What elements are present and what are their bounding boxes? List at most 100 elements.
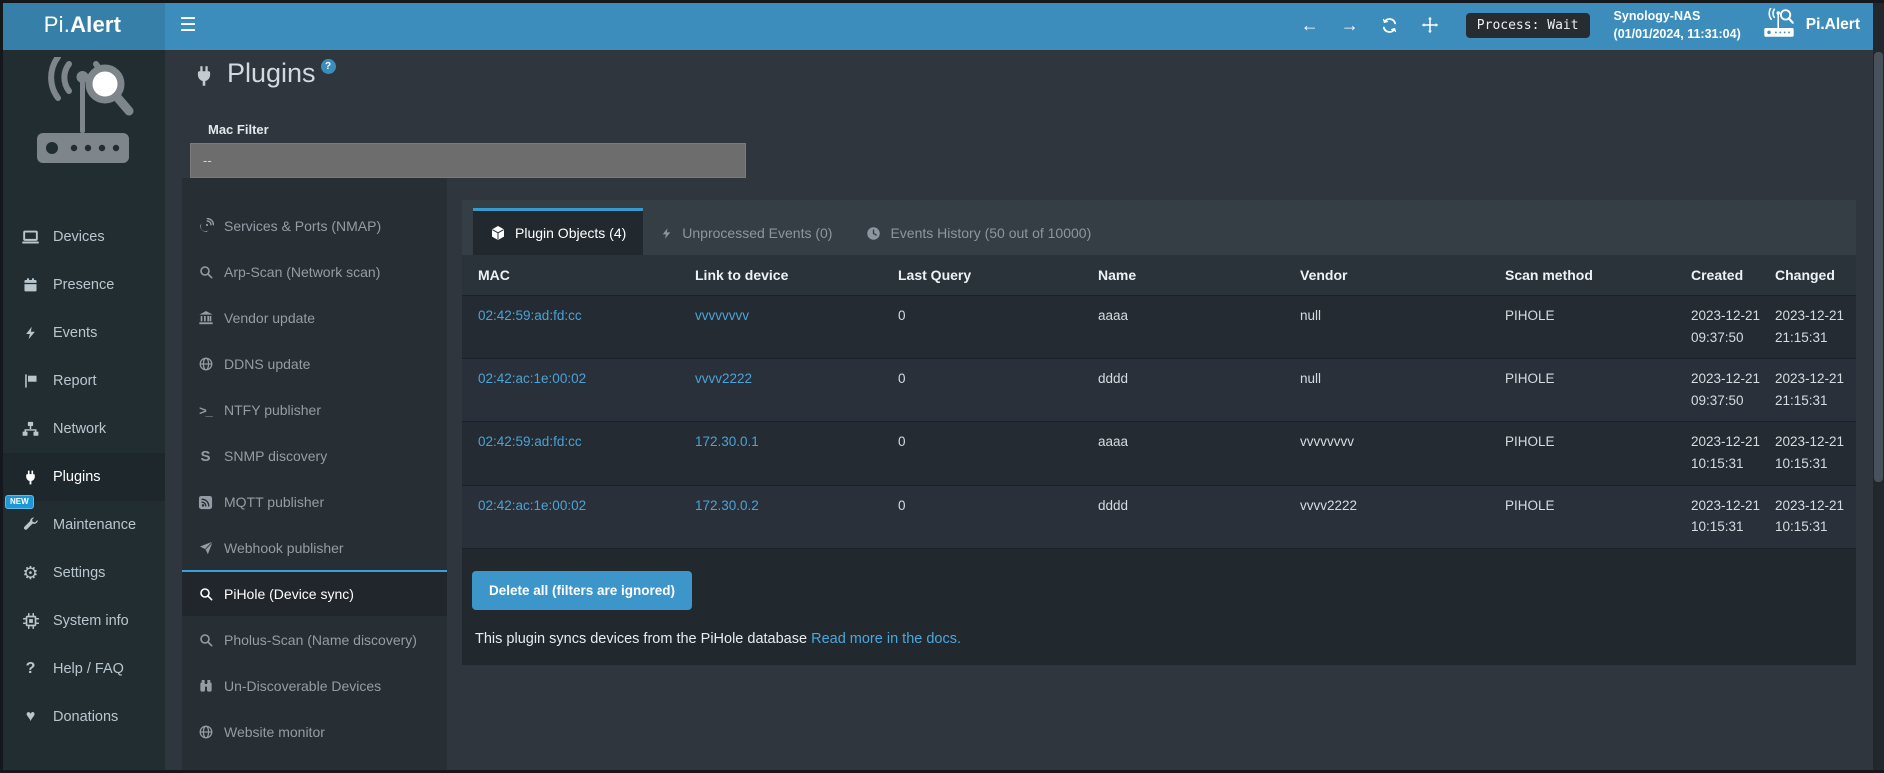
plugin-description-text: This plugin syncs devices from the PiHol… [475, 631, 807, 647]
column-header-scan-method[interactable]: Scan method [1489, 255, 1687, 296]
mac-link[interactable]: 02:42:59:ad:fd:cc [478, 434, 582, 449]
changed-cell: 2023-12-21 10:15:31 [1771, 485, 1856, 548]
sidebar-menu: Devices Presence Events Report Network P [0, 213, 165, 741]
column-header-last-query[interactable]: Last Query [882, 255, 1082, 296]
plugin-nav-item-website-monitor[interactable]: Website monitor [182, 708, 447, 754]
search-icon [196, 632, 215, 648]
top-navbar: Pi.Alert ☰ ← → Process: Wait Synology-NA… [0, 0, 1884, 50]
plugin-nav-label: DDNS update [224, 356, 310, 372]
device-link[interactable]: vvvvvvvv [695, 308, 749, 323]
paper-plane-icon [196, 540, 215, 556]
sidebar-item-label: System info [53, 613, 129, 629]
tab-label: Events History (50 out of 10000) [890, 225, 1091, 241]
plugin-nav-item-undiscoverable-devices[interactable]: Un-Discoverable Devices [182, 662, 447, 708]
sidebar-item-presence[interactable]: Presence [0, 261, 165, 309]
plugin-objects-table: MAC Link to device Last Query Name Vendo… [462, 255, 1856, 549]
plugin-nav: Services & Ports (NMAP) Arp-Scan (Networ… [182, 178, 447, 773]
plugin-nav-item-pihole[interactable]: PiHole (Device sync) [182, 570, 447, 616]
sidebar-item-plugins[interactable]: Plugins [0, 453, 165, 501]
mac-link[interactable]: 02:42:59:ad:fd:cc [478, 308, 582, 323]
column-header-created[interactable]: Created [1687, 255, 1771, 296]
app-name: Pi.Alert [1806, 16, 1860, 34]
flag-icon [20, 372, 41, 390]
sidebar-item-help-faq[interactable]: ? Help / FAQ [0, 645, 165, 693]
plugin-nav-item-ddns-update[interactable]: DDNS update [182, 340, 447, 386]
last-query-cell: 0 [882, 296, 1082, 359]
table-row: 02:42:ac:1e:00:02 vvvv2222 0 dddd null P… [462, 359, 1856, 422]
tab-plugin-objects[interactable]: Plugin Objects (4) [473, 208, 643, 255]
page-scrollbar[interactable] [1873, 0, 1884, 773]
tab-bar: Plugin Objects (4) Unprocessed Events (0… [462, 200, 1856, 255]
sidebar-item-events[interactable]: Events [0, 309, 165, 357]
sidebar-item-donations[interactable]: ♥ Donations [0, 693, 165, 741]
read-docs-link[interactable]: Read more in the docs. [811, 631, 961, 647]
new-badge: NEW [5, 495, 34, 509]
sidebar-item-label: Plugins [53, 469, 101, 485]
column-header-changed[interactable]: Changed [1771, 255, 1856, 296]
created-cell: 2023-12-21 09:37:50 [1687, 296, 1771, 359]
plugin-nav-item-ntfy-publisher[interactable]: >_ NTFY publisher [182, 386, 447, 432]
column-header-mac[interactable]: MAC [462, 255, 679, 296]
mac-filter-input[interactable] [190, 143, 746, 178]
column-header-vendor[interactable]: Vendor [1284, 255, 1489, 296]
mac-link[interactable]: 02:42:ac:1e:00:02 [478, 371, 586, 386]
sidebar-item-label: Donations [53, 709, 118, 725]
plugin-nav-item-snmp-discovery[interactable]: S SNMP discovery [182, 432, 447, 478]
plugin-nav-label: Arp-Scan (Network scan) [224, 264, 380, 280]
refresh-icon[interactable] [1380, 15, 1400, 35]
topbar-right-group: ← → Process: Wait Synology-NAS (01/01/20… [1300, 0, 1860, 50]
column-header-name[interactable]: Name [1082, 255, 1284, 296]
mac-link[interactable]: 02:42:ac:1e:00:02 [478, 498, 586, 513]
sidebar-item-label: Devices [53, 229, 105, 245]
brand-prefix: Pi. [44, 12, 70, 38]
tab-label: Unprocessed Events (0) [682, 225, 832, 241]
sidebar-item-system-info[interactable]: System info [0, 597, 165, 645]
plugin-nav-item-mqtt-publisher[interactable]: MQTT publisher [182, 478, 447, 524]
name-cell: aaaa [1082, 422, 1284, 485]
delete-all-button[interactable]: Delete all (filters are ignored) [472, 571, 692, 610]
sidebar-item-label: Settings [53, 565, 105, 581]
sidebar-item-maintenance[interactable]: NEW Maintenance [0, 501, 165, 549]
plugin-nav-label: Vendor update [224, 310, 315, 326]
device-link[interactable]: 172.30.0.2 [695, 498, 759, 513]
maximize-move-icon[interactable] [1420, 15, 1440, 35]
sidebar-item-network[interactable]: Network [0, 405, 165, 453]
forward-arrow-icon[interactable]: → [1340, 15, 1360, 35]
back-arrow-icon[interactable]: ← [1300, 15, 1320, 35]
device-link[interactable]: vvvv2222 [695, 371, 752, 386]
plugin-nav-item-services-ports[interactable]: Services & Ports (NMAP) [182, 202, 447, 248]
globe-icon [196, 724, 215, 740]
sidebar-toggle-button[interactable]: ☰ [165, 0, 211, 50]
vendor-cell: vvvvvvvv [1284, 422, 1489, 485]
search-icon [196, 264, 215, 280]
clock-icon [866, 226, 881, 241]
last-query-cell: 0 [882, 359, 1082, 422]
sidebar-item-label: Help / FAQ [53, 661, 124, 677]
device-link[interactable]: 172.30.0.1 [695, 434, 759, 449]
plugin-nav-item-vendor-update[interactable]: Vendor update [182, 294, 447, 340]
plugin-nav-label: MQTT publisher [224, 494, 324, 510]
tab-events-history[interactable]: Events History (50 out of 10000) [849, 208, 1108, 255]
sidebar-item-settings[interactable]: ⚙ Settings [0, 549, 165, 597]
sidebar-item-label: Network [53, 421, 106, 437]
plugin-nav-item-webhook-publisher[interactable]: Webhook publisher [182, 524, 447, 570]
scan-method-cell: PIHOLE [1489, 296, 1687, 359]
sidebar-item-label: Maintenance [53, 517, 136, 533]
plugin-nav-label: NTFY publisher [224, 402, 321, 418]
wrench-icon [20, 516, 41, 534]
sidebar-item-devices[interactable]: Devices [0, 213, 165, 261]
terminal-icon: >_ [196, 403, 215, 418]
plugin-nav-item-pholus-scan[interactable]: Pholus-Scan (Name discovery) [182, 616, 447, 662]
sidebar-item-report[interactable]: Report [0, 357, 165, 405]
hamburger-icon: ☰ [179, 14, 196, 37]
sidebar-item-label: Events [53, 325, 97, 341]
tab-unprocessed-events[interactable]: Unprocessed Events (0) [643, 208, 849, 255]
plugin-nav-label: Website monitor [224, 724, 325, 740]
app-logo[interactable]: Pi.Alert [0, 0, 165, 50]
column-header-link[interactable]: Link to device [679, 255, 882, 296]
plugin-nav-item-arp-scan[interactable]: Arp-Scan (Network scan) [182, 248, 447, 294]
letter-s-icon: S [196, 448, 215, 465]
scrollbar-thumb[interactable] [1874, 52, 1883, 482]
help-badge[interactable]: ? [321, 59, 336, 74]
rss-box-icon [196, 495, 215, 510]
